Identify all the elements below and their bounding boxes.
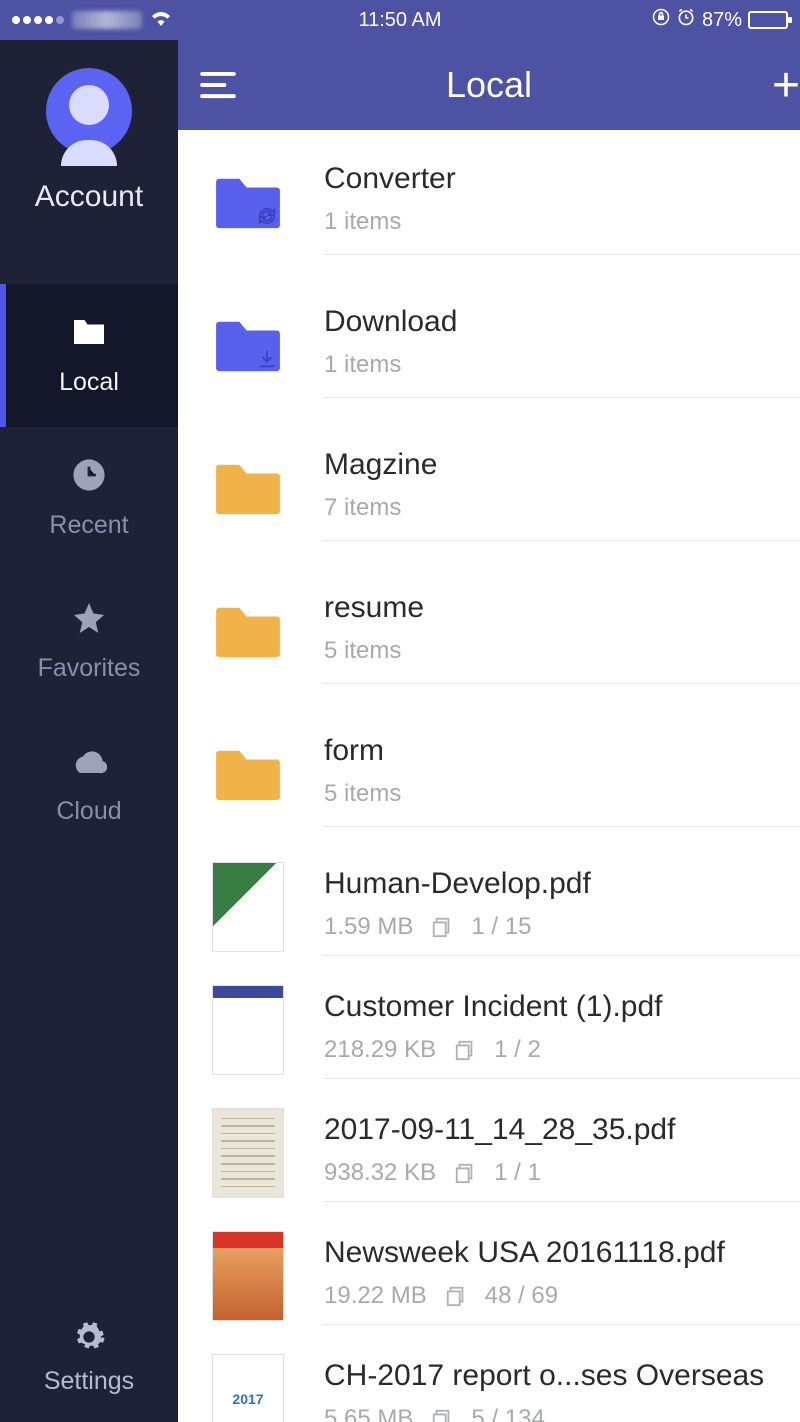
- item-size: 938.32 KB: [324, 1159, 436, 1187]
- folder-icon: [212, 738, 284, 810]
- battery-percent: 87%: [702, 9, 742, 32]
- document-thumbnail: 2017: [212, 1354, 284, 1422]
- item-title: Customer Incident (1).pdf: [324, 990, 800, 1024]
- sidebar-item-label: Local: [59, 368, 119, 397]
- signal-dots-icon: [12, 16, 64, 24]
- item-title: Download: [324, 305, 800, 339]
- file-row[interactable]: Newsweek USA 20161118.pdf 19.22 MB 48 / …: [178, 1214, 800, 1337]
- folder-row[interactable]: Magzine 7 items: [178, 416, 800, 559]
- download-icon: [256, 348, 278, 375]
- document-thumbnail: [212, 985, 284, 1075]
- item-title: form: [324, 734, 800, 768]
- folder-icon: [212, 166, 284, 238]
- folder-icon: [212, 595, 284, 667]
- pages-icon: [454, 1162, 476, 1184]
- file-row[interactable]: Human-Develop.pdf 1.59 MB 1 / 15: [178, 845, 800, 968]
- page-title: Local: [446, 64, 532, 106]
- folder-icon: [212, 452, 284, 524]
- item-size: 5.65 MB: [324, 1405, 413, 1422]
- file-row[interactable]: 2017 CH-2017 report o...ses Overseas 5.6…: [178, 1337, 800, 1422]
- star-icon: [71, 600, 107, 636]
- menu-button[interactable]: [198, 65, 238, 105]
- item-count: 1 items: [324, 208, 401, 236]
- sidebar-item-recent[interactable]: Recent: [0, 427, 178, 570]
- sidebar: Account Local Recent: [0, 40, 178, 1422]
- status-bar: 11:50 AM 87%: [0, 0, 800, 40]
- item-count: 7 items: [324, 494, 401, 522]
- gear-icon: [71, 1319, 107, 1355]
- orientation-lock-icon: [652, 8, 670, 32]
- document-thumbnail: [212, 862, 284, 952]
- item-title: CH-2017 report o...ses Overseas: [324, 1359, 800, 1393]
- document-thumbnail: [212, 1231, 284, 1321]
- sync-icon: [256, 205, 278, 232]
- document-thumbnail: [212, 1108, 284, 1198]
- avatar-icon: [46, 68, 132, 154]
- folder-icon: [71, 314, 107, 350]
- item-pages: 1 / 15: [471, 913, 531, 941]
- item-size: 1.59 MB: [324, 913, 413, 941]
- sidebar-item-label: Favorites: [38, 654, 141, 683]
- sidebar-item-favorites[interactable]: Favorites: [0, 570, 178, 713]
- item-count: 1 items: [324, 351, 401, 379]
- sidebar-item-cloud[interactable]: Cloud: [0, 713, 178, 856]
- sidebar-account-label: Account: [35, 180, 143, 214]
- item-size: 218.29 KB: [324, 1036, 436, 1064]
- pages-icon: [431, 916, 453, 938]
- folder-icon: [212, 309, 284, 381]
- sidebar-item-label: Settings: [44, 1367, 134, 1396]
- item-title: Human-Develop.pdf: [324, 867, 800, 901]
- pages-icon: [431, 1408, 453, 1422]
- folder-row[interactable]: form 5 items: [178, 702, 800, 845]
- item-title: resume: [324, 591, 800, 625]
- battery-icon: [748, 11, 788, 29]
- carrier-label: [72, 11, 142, 29]
- file-row[interactable]: Customer Incident (1).pdf 218.29 KB 1 / …: [178, 968, 800, 1091]
- item-pages: 5 / 134: [471, 1405, 544, 1422]
- item-count: 5 items: [324, 637, 401, 665]
- item-pages: 1 / 1: [494, 1159, 541, 1187]
- sidebar-item-label: Recent: [49, 511, 128, 540]
- wifi-icon: [150, 8, 172, 32]
- alarm-icon: [676, 7, 696, 33]
- sidebar-account[interactable]: Account: [0, 40, 178, 244]
- file-row[interactable]: 2017-09-11_14_28_35.pdf 938.32 KB 1 / 1: [178, 1091, 800, 1214]
- item-title: 2017-09-11_14_28_35.pdf: [324, 1113, 800, 1147]
- item-pages: 1 / 2: [494, 1036, 541, 1064]
- file-list: Converter 1 items Download 1 items Magzi…: [178, 130, 800, 1422]
- item-pages: 48 / 69: [485, 1282, 558, 1310]
- folder-row[interactable]: resume 5 items: [178, 559, 800, 702]
- cloud-icon: [71, 743, 107, 779]
- sidebar-item-settings[interactable]: Settings: [0, 1297, 178, 1422]
- item-count: 5 items: [324, 780, 401, 808]
- folder-row[interactable]: Download 1 items: [178, 273, 800, 416]
- item-size: 19.22 MB: [324, 1282, 427, 1310]
- clock-icon: [71, 457, 107, 493]
- status-time: 11:50 AM: [358, 9, 441, 32]
- item-title: Converter: [324, 162, 800, 196]
- pages-icon: [454, 1039, 476, 1061]
- sidebar-item-label: Cloud: [56, 797, 121, 826]
- add-button[interactable]: +: [770, 40, 800, 130]
- sidebar-item-local[interactable]: Local: [0, 284, 178, 427]
- main-header: Local +: [178, 40, 800, 130]
- item-title: Newsweek USA 20161118.pdf: [324, 1236, 800, 1270]
- item-title: Magzine: [324, 448, 800, 482]
- pages-icon: [445, 1285, 467, 1307]
- folder-row[interactable]: Converter 1 items: [178, 130, 800, 273]
